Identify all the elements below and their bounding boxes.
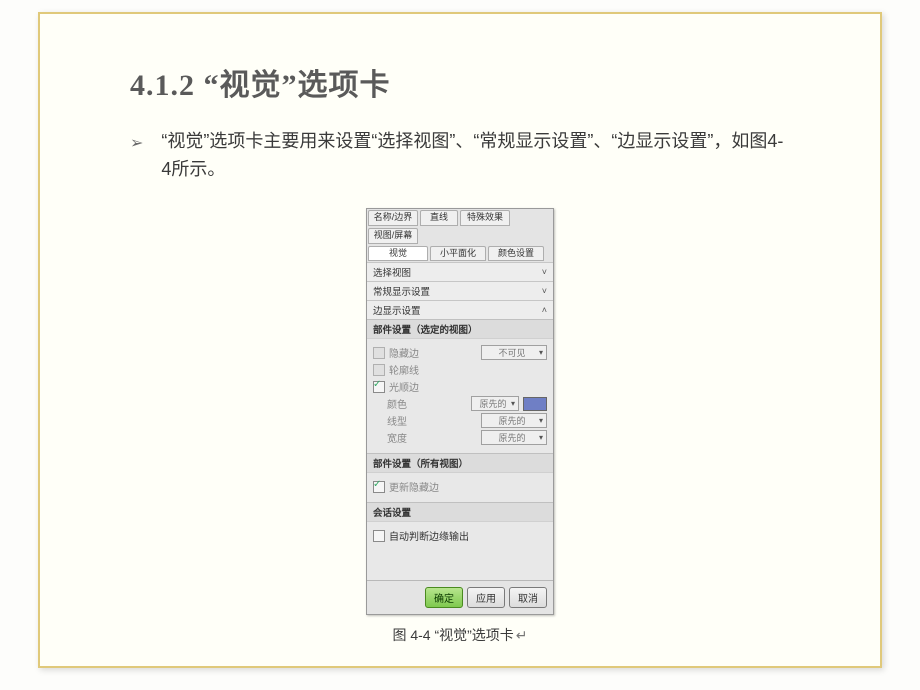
row-smooth: 光顺边 — [373, 379, 547, 394]
chevron-down-icon: ˅ — [542, 286, 547, 296]
tab-color-settings[interactable]: 颜色设置 — [488, 246, 544, 262]
slide-frame: 4.1.2 “视觉”选项卡 ➢ “视觉”选项卡主要用来设置“选择视图”、“常规显… — [38, 12, 882, 668]
chevron-up-icon: ˄ — [542, 305, 547, 315]
checkbox-auto-edge-output[interactable] — [373, 530, 385, 542]
label-color: 颜色 — [373, 396, 467, 411]
chevron-down-icon: ▾ — [539, 416, 543, 425]
accordion-select-view[interactable]: 选择视图 ˅ — [367, 262, 553, 281]
label-smooth: 光顺边 — [389, 379, 547, 394]
label-hidden-edge: 隐藏边 — [389, 345, 477, 360]
color-swatch[interactable] — [523, 397, 547, 411]
tabs-row-2: 视觉 小平面化 颜色设置 — [367, 245, 553, 263]
group-all-views-body: 更新隐藏边 — [367, 472, 553, 502]
group-session-title: 会话设置 — [367, 502, 553, 521]
tab-line[interactable]: 直线 — [420, 210, 458, 226]
chevron-down-icon: ▾ — [511, 399, 515, 408]
group-selected-view-title: 部件设置（选定的视图） — [367, 319, 553, 338]
group-selected-view-body: 隐藏边 不可见 ▾ 轮廓线 光顺边 — [367, 338, 553, 453]
group-session-body: 自动判断边缘输出 — [367, 521, 553, 580]
accordion-label: 选择视图 — [373, 265, 411, 279]
group-all-views-title: 部件设置（所有视图） — [367, 453, 553, 472]
row-update-hidden: 更新隐藏边 — [373, 479, 547, 494]
chevron-down-icon: ˅ — [542, 267, 547, 277]
checkbox-contour[interactable] — [373, 364, 385, 376]
tab-view-screen[interactable]: 视图/屏幕 — [368, 228, 418, 244]
row-auto-edge-output: 自动判断边缘输出 — [373, 528, 547, 543]
label-contour: 轮廓线 — [389, 362, 547, 377]
label-width: 宽度 — [373, 430, 477, 445]
label-auto-edge-output: 自动判断边缘输出 — [389, 528, 547, 543]
figure-caption: 图 4-4 “视觉”选项卡↵ — [392, 625, 527, 645]
chevron-right-icon: ➢ — [130, 128, 143, 157]
slide-page: 4.1.2 “视觉”选项卡 ➢ “视觉”选项卡主要用来设置“选择视图”、“常规显… — [0, 0, 920, 690]
dropdown-width[interactable]: 原先的 ▾ — [481, 430, 547, 445]
tab-special-effects[interactable]: 特殊效果 — [460, 210, 510, 226]
dropdown-color-original[interactable]: 原先的 ▾ — [471, 396, 519, 411]
checkbox-hidden-edge[interactable] — [373, 347, 385, 359]
row-width: 宽度 原先的 ▾ — [373, 430, 547, 445]
cancel-button[interactable]: 取消 — [509, 587, 547, 608]
dialog-buttons: 确定 应用 取消 — [367, 580, 553, 614]
accordion-general-display[interactable]: 常规显示设置 ˅ — [367, 281, 553, 300]
tab-facet[interactable]: 小平面化 — [430, 246, 486, 262]
return-mark-icon: ↵ — [516, 627, 528, 643]
bullet-item: ➢ “视觉”选项卡主要用来设置“选择视图”、“常规显示设置”、“边显示设置”，如… — [130, 128, 790, 184]
apply-button[interactable]: 应用 — [467, 587, 505, 608]
row-linetype: 线型 原先的 ▾ — [373, 413, 547, 428]
row-hidden-edge: 隐藏边 不可见 ▾ — [373, 345, 547, 360]
figure-wrap: 名称/边界 直线 特殊效果 视图/屏幕 视觉 小平面化 颜色设置 选择视图 ˅ … — [130, 208, 790, 646]
label-update-hidden: 更新隐藏边 — [389, 479, 547, 494]
row-contour: 轮廓线 — [373, 362, 547, 377]
label-linetype: 线型 — [373, 413, 477, 428]
tab-visual[interactable]: 视觉 — [368, 246, 428, 262]
dropdown-hidden-edge[interactable]: 不可见 ▾ — [481, 345, 547, 360]
ok-button[interactable]: 确定 — [425, 587, 463, 608]
section-heading: 4.1.2 “视觉”选项卡 — [130, 60, 790, 104]
bullet-text: “视觉”选项卡主要用来设置“选择视图”、“常规显示设置”、“边显示设置”，如图4… — [161, 128, 790, 184]
accordion-label: 常规显示设置 — [373, 284, 430, 298]
options-dialog: 名称/边界 直线 特殊效果 视图/屏幕 视觉 小平面化 颜色设置 选择视图 ˅ … — [366, 208, 554, 616]
chevron-down-icon: ▾ — [539, 348, 543, 357]
chevron-down-icon: ▾ — [539, 433, 543, 442]
dropdown-linetype[interactable]: 原先的 ▾ — [481, 413, 547, 428]
checkbox-update-hidden[interactable] — [373, 481, 385, 493]
tabs-row-1: 名称/边界 直线 特殊效果 视图/屏幕 — [367, 209, 553, 245]
checkbox-smooth[interactable] — [373, 381, 385, 393]
row-color: 颜色 原先的 ▾ — [373, 396, 547, 411]
tab-name-boundary[interactable]: 名称/边界 — [368, 210, 418, 226]
accordion-label: 边显示设置 — [373, 303, 421, 317]
accordion-edge-display[interactable]: 边显示设置 ˄ — [367, 300, 553, 319]
